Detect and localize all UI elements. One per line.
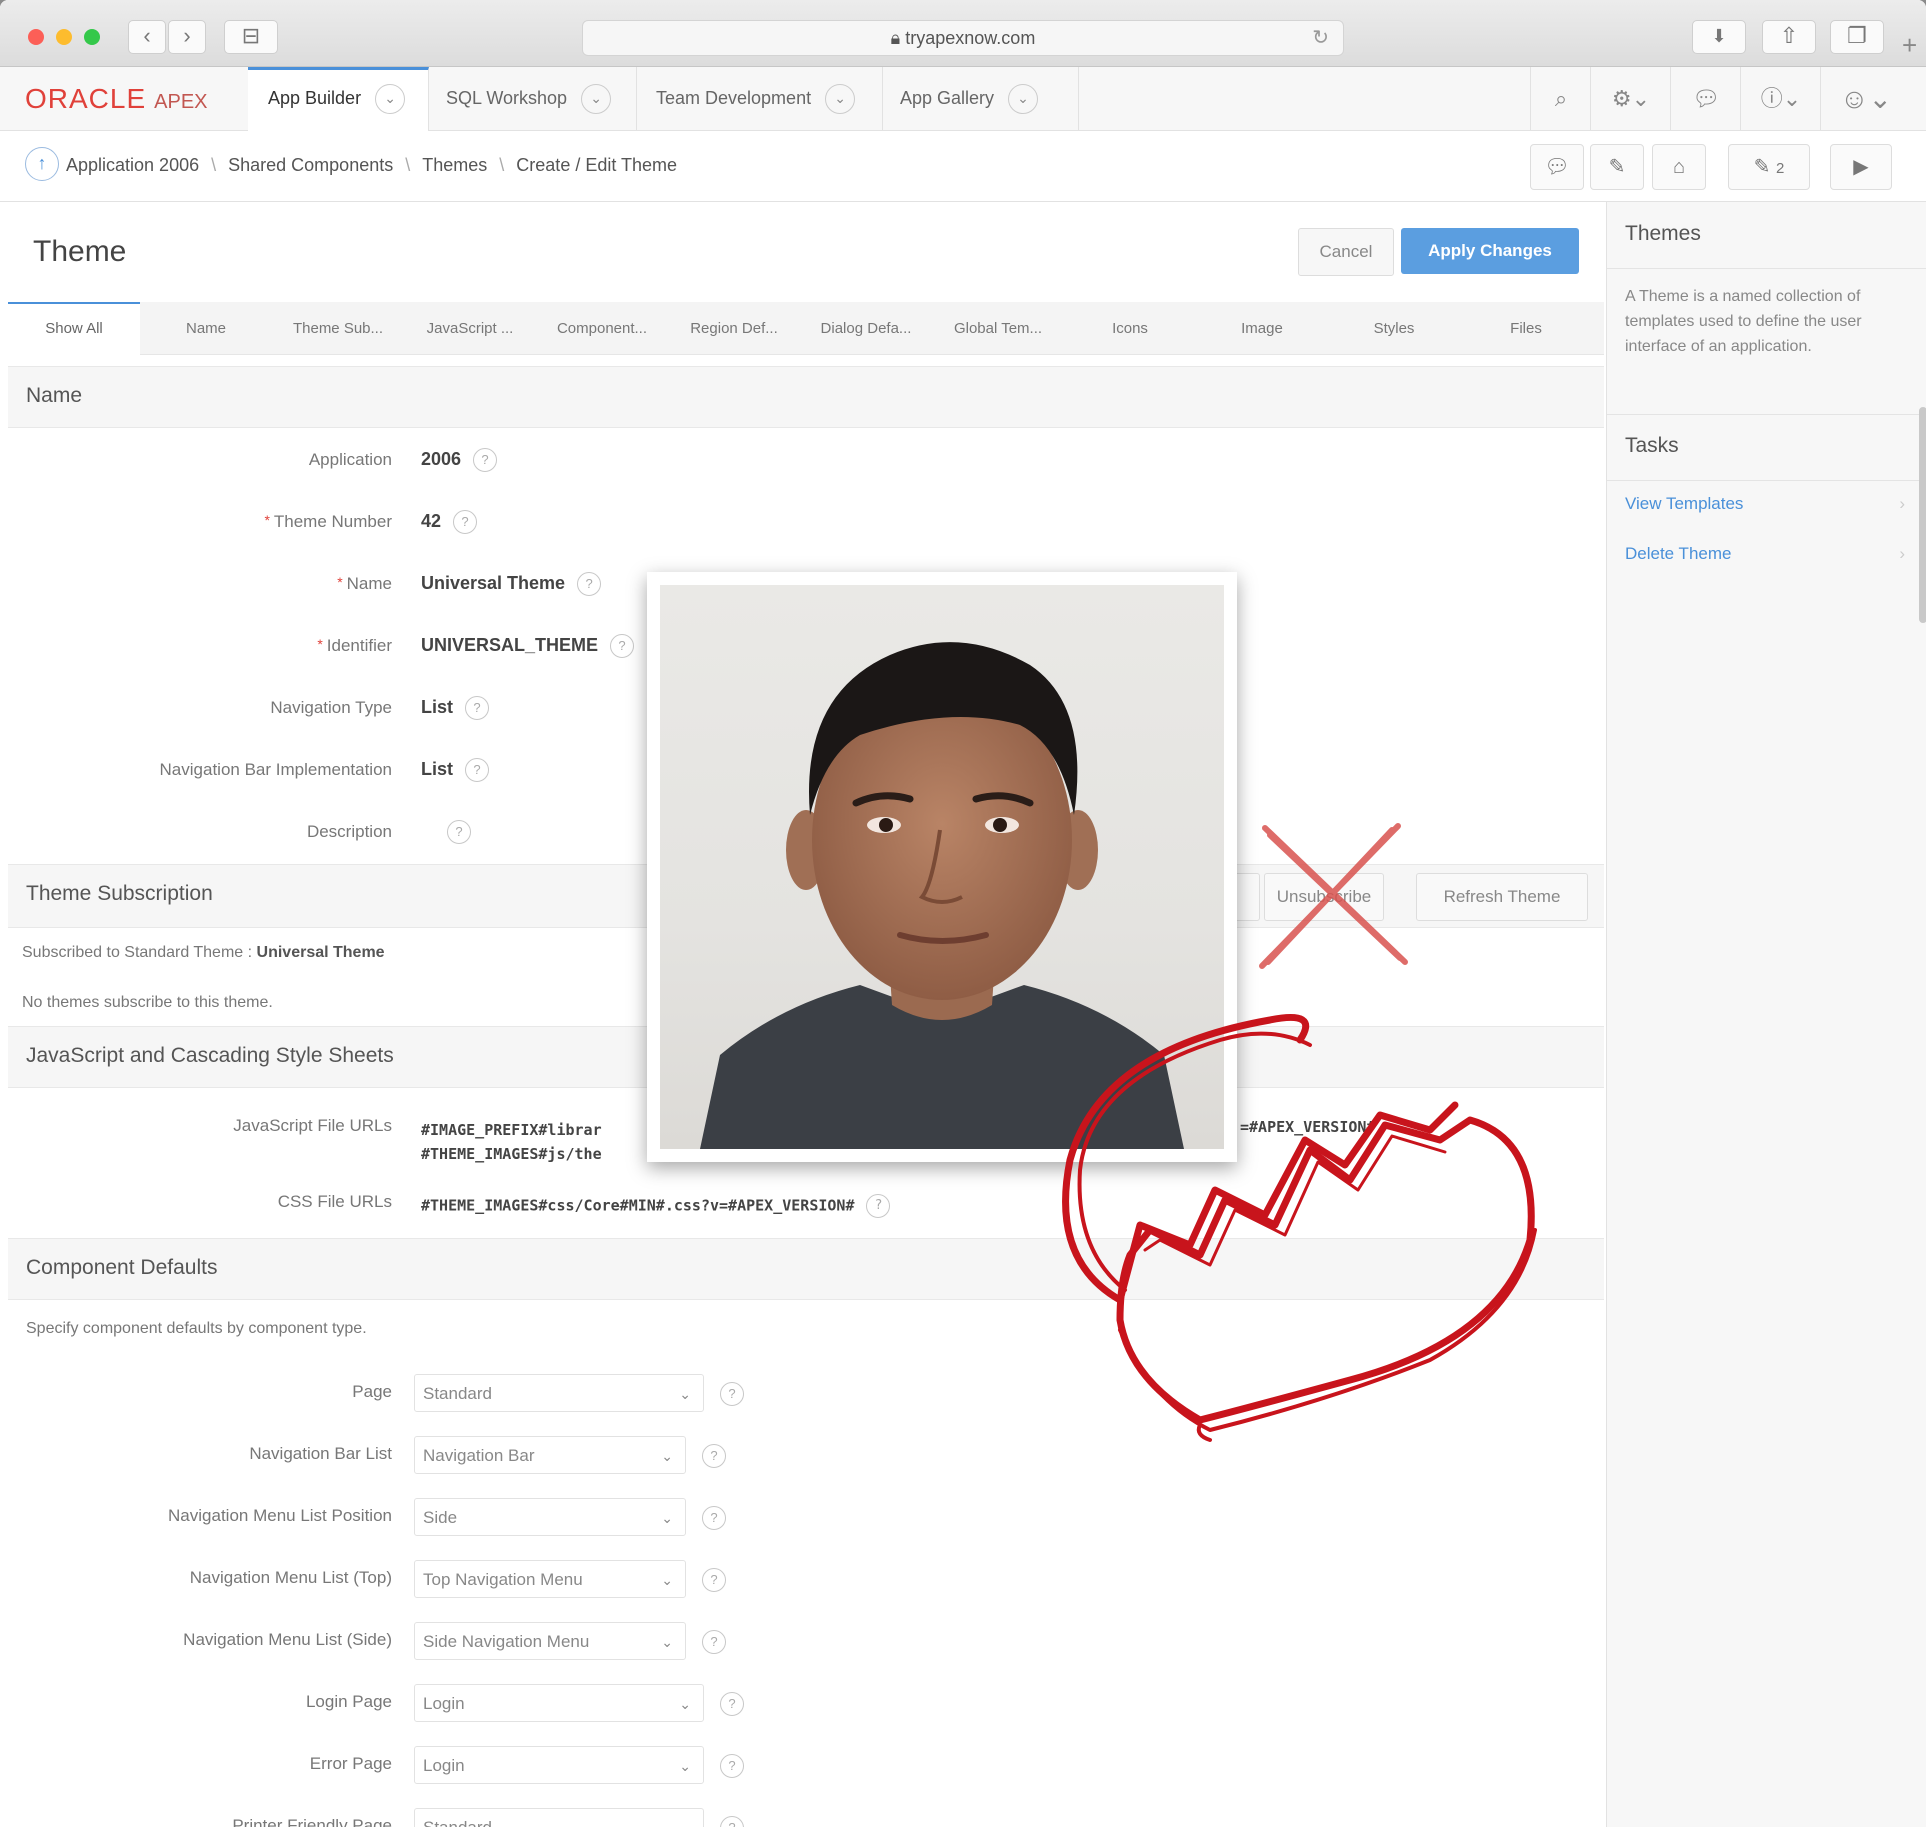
broken-heart-drawing (1062, 823, 1537, 1442)
cross-mark-icon (1259, 823, 1408, 969)
heart-icon (1062, 1014, 1537, 1442)
browser-window: ‹ › ⊟ 🔒︎ tryapexnow.com ↻ ⬇ ⇧ ❐ + ORACLE… (0, 0, 1926, 1827)
